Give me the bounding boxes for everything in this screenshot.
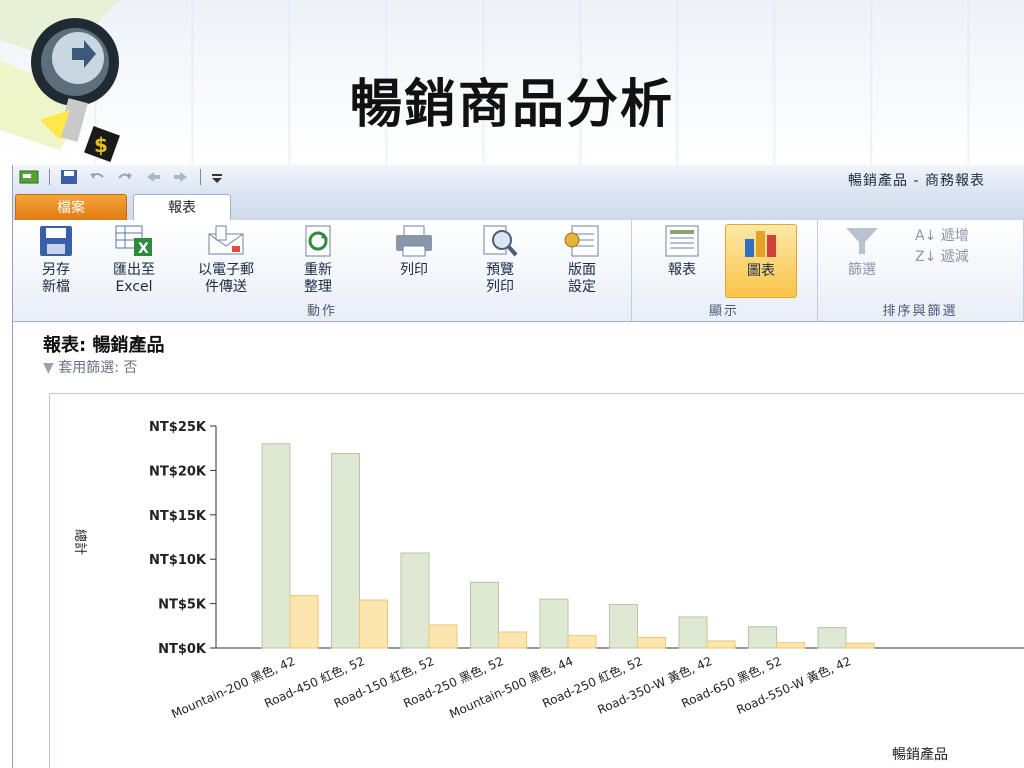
printer-icon	[396, 225, 432, 257]
report-area: 報表: 暢銷產品 ▼ 套用篩選: 否 NT$0K NT$5K NT$10K NT$15…	[13, 321, 1024, 768]
actions-group-label: 動作	[306, 304, 337, 319]
chart-bar	[567, 635, 597, 649]
chart-bar	[331, 453, 360, 649]
filter-status: ▼ 套用篩選: 否	[43, 360, 138, 376]
y-axis-title: 總計	[72, 529, 88, 555]
chart-bar	[817, 627, 847, 649]
sort-ascending-button[interactable]: A↓ 遞增	[915, 226, 969, 247]
x-tick-label: Road-550-W 黃色, 42	[734, 654, 853, 717]
y-tick-label: NT$20K	[149, 464, 207, 479]
ribbon: 另存 新檔 X 匯出至 Excel 以電子郵 件傳送 重新 整理 列印 預覽 列…	[13, 220, 1024, 322]
chart-bar	[261, 443, 291, 649]
display-group: 報表 圖表 顯示	[631, 220, 818, 321]
chart-view-button[interactable]: 圖表	[725, 224, 797, 298]
sort-filter-group: 篩選 A↓ 遞增 Z↓ 遞減 排序與篩選	[817, 220, 1024, 321]
chart-bar	[428, 624, 458, 649]
chart-bar	[706, 640, 736, 649]
app-icon[interactable]	[19, 169, 39, 185]
report-view-button[interactable]: 報表	[647, 224, 717, 279]
chart-bar	[637, 636, 666, 649]
sort-buttons: A↓ 遞增 Z↓ 遞減	[915, 226, 969, 268]
ribbon-tabs: 檔案 報表	[13, 192, 1024, 222]
refresh-button[interactable]: 重新 整理	[283, 224, 353, 296]
toolbar-separator	[200, 169, 201, 185]
export-excel-button[interactable]: X 匯出至 Excel	[99, 224, 169, 296]
page-setup-icon	[564, 225, 599, 257]
bar-chart: NT$0K NT$5K NT$10K NT$15K NT$20K NT$25K Mounta…	[72, 420, 1024, 763]
filter-button[interactable]: 篩選	[827, 224, 897, 279]
print-preview-button[interactable]: 預覽 列印	[465, 224, 535, 296]
slide-title: 暢銷商品分析	[349, 75, 674, 135]
y-tick-label: NT$10K	[149, 553, 207, 568]
display-group-label: 顯示	[708, 304, 739, 319]
x-tick-label: Mountain-500 黑色, 44	[447, 654, 575, 721]
chart-bar	[845, 642, 875, 649]
customize-toolbar-icon[interactable]	[211, 169, 223, 185]
save-icon[interactable]	[60, 169, 78, 185]
report-icon	[665, 225, 699, 257]
chart-bar	[678, 616, 708, 649]
sort-ascending-icon: A↓	[915, 228, 937, 244]
forward-icon[interactable]	[172, 169, 190, 185]
excel-export-icon: X	[115, 225, 152, 257]
email-icon	[208, 225, 244, 255]
x-tick-label: Mountain-200 黑色, 42	[169, 654, 297, 721]
chart-bar	[359, 599, 388, 649]
tab-file[interactable]: 檔案	[15, 194, 127, 221]
chart-icon	[745, 231, 776, 257]
redo-icon[interactable]	[116, 169, 134, 185]
back-icon[interactable]	[144, 169, 162, 185]
filter-icon: ▼	[43, 360, 54, 376]
chart-bar	[470, 581, 499, 649]
app-window: 暢銷產品 - 商務報表 檔案 報表 另存 新檔 X 匯出至 Excel 以電子郵…	[12, 165, 1024, 768]
title-bar: 暢銷產品 - 商務報表	[13, 165, 1024, 192]
email-button[interactable]: 以電子郵 件傳送	[185, 224, 267, 296]
chart-bar	[748, 626, 777, 649]
save-as-button[interactable]: 另存 新檔	[21, 224, 91, 296]
window-title: 暢銷產品 - 商務報表	[848, 173, 985, 189]
y-tick-label: NT$5K	[158, 598, 207, 613]
save-icon	[40, 226, 72, 256]
report-title: 報表: 暢銷產品	[43, 335, 165, 356]
chart-bar	[498, 631, 527, 649]
chart-bar	[776, 642, 805, 649]
sort-descending-icon: Z↓	[915, 249, 937, 265]
refresh-icon	[305, 225, 331, 257]
sort-filter-group-label: 排序與篩選	[882, 304, 958, 319]
quick-access-toolbar	[19, 169, 223, 185]
page-setup-button[interactable]: 版面 設定	[547, 224, 617, 296]
x-axis-title: 暢銷產品	[892, 746, 948, 763]
tab-report[interactable]: 報表	[133, 194, 231, 222]
print-preview-icon	[483, 225, 518, 257]
actions-group: 另存 新檔 X 匯出至 Excel 以電子郵 件傳送 重新 整理 列印 預覽 列…	[13, 220, 632, 321]
chart-bar	[609, 603, 638, 649]
x-tick-label: Road-350-W 黃色, 42	[595, 654, 714, 717]
toolbar-separator	[49, 169, 50, 185]
y-tick-label: NT$0K	[158, 642, 207, 657]
undo-icon[interactable]	[88, 169, 106, 185]
sort-descending-button[interactable]: Z↓ 遞減	[915, 247, 969, 268]
chart-bar	[400, 552, 430, 649]
y-tick-label: NT$15K	[149, 509, 207, 524]
y-tick-label: NT$25K	[149, 420, 207, 435]
chart-bar	[539, 598, 569, 649]
chart-frame: NT$0K NT$5K NT$10K NT$15K NT$20K NT$25K Mounta…	[49, 393, 1024, 768]
filter-icon	[846, 228, 878, 254]
svg-text:X: X	[138, 241, 149, 257]
print-button[interactable]: 列印	[379, 224, 449, 279]
chart-bar	[289, 595, 319, 649]
